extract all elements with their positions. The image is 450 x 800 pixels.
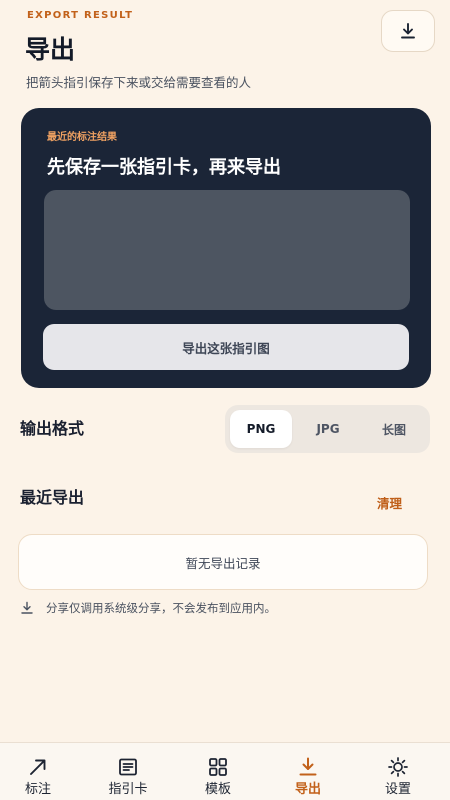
download-icon: [399, 22, 417, 40]
nav-label: 设置: [384, 782, 411, 797]
nav-label: 导出: [294, 782, 321, 797]
card-heading: 先保存一张指引卡，再来导出: [47, 157, 281, 178]
nav-label: 指引卡: [108, 782, 148, 797]
export-guide-button[interactable]: 导出这张指引图: [43, 324, 409, 370]
nav-label: 模板: [204, 782, 231, 797]
preview-placeholder: [44, 190, 410, 310]
share-note: 分享仅调用系统级分享，不会发布到应用内。: [20, 600, 276, 616]
format-segmented-control: PNG JPG 长图: [225, 405, 430, 453]
empty-exports-box: 暂无导出记录: [18, 534, 428, 590]
nav-item-annotate[interactable]: 标注: [3, 743, 73, 800]
empty-state-text: 暂无导出记录: [185, 555, 261, 571]
page-subtitle: 把箭头指引保存下来或交给需要查看的人: [26, 75, 252, 90]
clear-button[interactable]: 清理: [377, 493, 402, 512]
nav-item-export[interactable]: 导出: [273, 743, 343, 800]
card-icon: [116, 755, 140, 779]
recent-exports-label: 最近导出: [20, 488, 85, 507]
bottom-nav: 标注 指引卡 模板 导出 设置: [0, 742, 450, 800]
result-card: 最近的标注结果 先保存一张指引卡，再来导出 导出这张指引图: [21, 108, 431, 388]
download-icon: [20, 601, 34, 615]
download-button[interactable]: [381, 10, 435, 52]
share-note-text: 分享仅调用系统级分享，不会发布到应用内。: [46, 601, 276, 615]
nav-item-templates[interactable]: 模板: [183, 743, 253, 800]
page-title: 导出: [25, 35, 76, 64]
nav-item-settings[interactable]: 设置: [363, 743, 433, 800]
nav-item-guide-card[interactable]: 指引卡: [93, 743, 163, 800]
download-icon: [296, 755, 320, 779]
eyebrow-label: EXPORT RESULT: [27, 10, 134, 21]
arrow-icon: [26, 755, 50, 779]
format-label: 输出格式: [20, 419, 85, 438]
grid-icon: [206, 755, 230, 779]
nav-label: 标注: [24, 782, 51, 797]
format-option-png[interactable]: PNG: [230, 410, 292, 448]
format-option-jpg[interactable]: JPG: [297, 410, 359, 448]
card-label: 最近的标注结果: [47, 132, 117, 143]
format-option-long[interactable]: 长图: [363, 410, 425, 448]
gear-icon: [386, 755, 410, 779]
